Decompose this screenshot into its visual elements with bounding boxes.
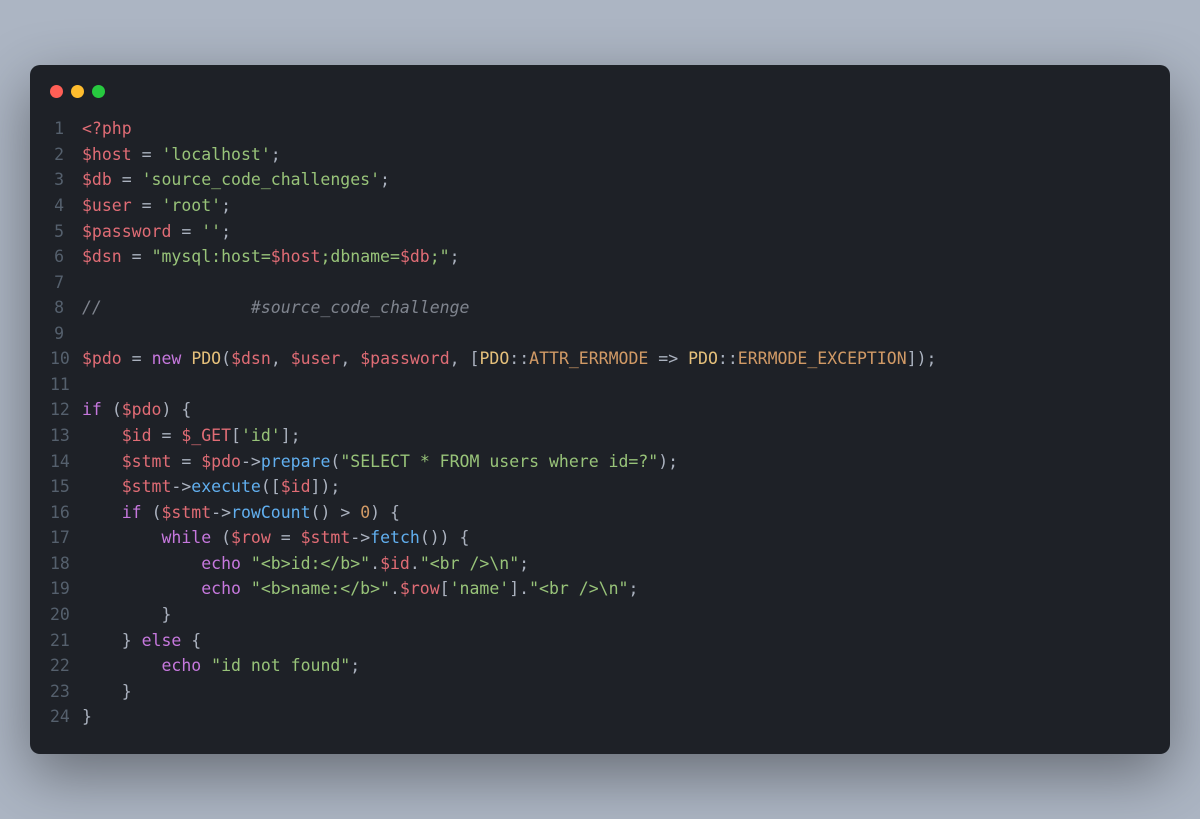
line-number: 5 xyxy=(50,219,82,245)
line-content xyxy=(82,372,92,398)
code-line: 10$pdo = new PDO($dsn, $user, $password,… xyxy=(50,346,1150,372)
code-line: 9 xyxy=(50,321,1150,347)
line-content: $user = 'root'; xyxy=(82,193,231,219)
line-content: } xyxy=(82,679,132,705)
code-editor[interactable]: 1<?php2$host = 'localhost';3$db = 'sourc… xyxy=(30,116,1170,730)
line-number: 15 xyxy=(50,474,82,500)
line-content: <?php xyxy=(82,116,132,142)
line-content: if ($stmt->rowCount() > 0) { xyxy=(82,500,400,526)
line-content: echo "id not found"; xyxy=(82,653,360,679)
line-number: 23 xyxy=(50,679,82,705)
code-line: 5$password = ''; xyxy=(50,219,1150,245)
code-line: 21 } else { xyxy=(50,628,1150,654)
line-content: // #source_code_challenge xyxy=(82,295,469,321)
line-content: } xyxy=(82,602,171,628)
line-content xyxy=(82,270,92,296)
code-line: 14 $stmt = $pdo->prepare("SELECT * FROM … xyxy=(50,449,1150,475)
line-content: $password = ''; xyxy=(82,219,231,245)
line-content: $db = 'source_code_challenges'; xyxy=(82,167,390,193)
line-number: 6 xyxy=(50,244,82,270)
line-content: echo "<b>id:</b>".$id."<br />\n"; xyxy=(82,551,529,577)
line-number: 24 xyxy=(50,704,82,730)
line-number: 13 xyxy=(50,423,82,449)
line-content: while ($row = $stmt->fetch()) { xyxy=(82,525,469,551)
line-number: 3 xyxy=(50,167,82,193)
code-line: 20 } xyxy=(50,602,1150,628)
line-number: 2 xyxy=(50,142,82,168)
line-content: $pdo = new PDO($dsn, $user, $password, [… xyxy=(82,346,937,372)
code-line: 2$host = 'localhost'; xyxy=(50,142,1150,168)
line-number: 1 xyxy=(50,116,82,142)
code-line: 3$db = 'source_code_challenges'; xyxy=(50,167,1150,193)
line-number: 21 xyxy=(50,628,82,654)
line-number: 4 xyxy=(50,193,82,219)
line-number: 8 xyxy=(50,295,82,321)
code-line: 15 $stmt->execute([$id]); xyxy=(50,474,1150,500)
line-number: 19 xyxy=(50,576,82,602)
line-content: } else { xyxy=(82,628,201,654)
code-line: 12if ($pdo) { xyxy=(50,397,1150,423)
code-line: 23 } xyxy=(50,679,1150,705)
line-content: $host = 'localhost'; xyxy=(82,142,281,168)
minimize-icon[interactable] xyxy=(71,85,84,98)
line-number: 10 xyxy=(50,346,82,372)
code-line: 19 echo "<b>name:</b>".$row['name']."<br… xyxy=(50,576,1150,602)
line-number: 7 xyxy=(50,270,82,296)
line-content: $dsn = "mysql:host=$host;dbname=$db;"; xyxy=(82,244,460,270)
code-line: 17 while ($row = $stmt->fetch()) { xyxy=(50,525,1150,551)
line-number: 9 xyxy=(50,321,82,347)
line-number: 17 xyxy=(50,525,82,551)
line-content: if ($pdo) { xyxy=(82,397,191,423)
code-line: 4$user = 'root'; xyxy=(50,193,1150,219)
code-line: 24} xyxy=(50,704,1150,730)
code-line: 6$dsn = "mysql:host=$host;dbname=$db;"; xyxy=(50,244,1150,270)
line-number: 22 xyxy=(50,653,82,679)
line-content xyxy=(82,321,92,347)
code-line: 11 xyxy=(50,372,1150,398)
line-content: echo "<b>name:</b>".$row['name']."<br />… xyxy=(82,576,638,602)
line-content: $stmt = $pdo->prepare("SELECT * FROM use… xyxy=(82,449,678,475)
code-line: 13 $id = $_GET['id']; xyxy=(50,423,1150,449)
code-line: 8// #source_code_challenge xyxy=(50,295,1150,321)
window-titlebar xyxy=(30,85,1170,116)
code-window: 1<?php2$host = 'localhost';3$db = 'sourc… xyxy=(30,65,1170,754)
code-line: 7 xyxy=(50,270,1150,296)
code-line: 1<?php xyxy=(50,116,1150,142)
line-number: 18 xyxy=(50,551,82,577)
line-number: 14 xyxy=(50,449,82,475)
line-number: 16 xyxy=(50,500,82,526)
maximize-icon[interactable] xyxy=(92,85,105,98)
code-line: 22 echo "id not found"; xyxy=(50,653,1150,679)
code-line: 16 if ($stmt->rowCount() > 0) { xyxy=(50,500,1150,526)
code-line: 18 echo "<b>id:</b>".$id."<br />\n"; xyxy=(50,551,1150,577)
line-number: 11 xyxy=(50,372,82,398)
line-content: $id = $_GET['id']; xyxy=(82,423,301,449)
line-content: } xyxy=(82,704,92,730)
line-number: 12 xyxy=(50,397,82,423)
close-icon[interactable] xyxy=(50,85,63,98)
line-number: 20 xyxy=(50,602,82,628)
line-content: $stmt->execute([$id]); xyxy=(82,474,340,500)
